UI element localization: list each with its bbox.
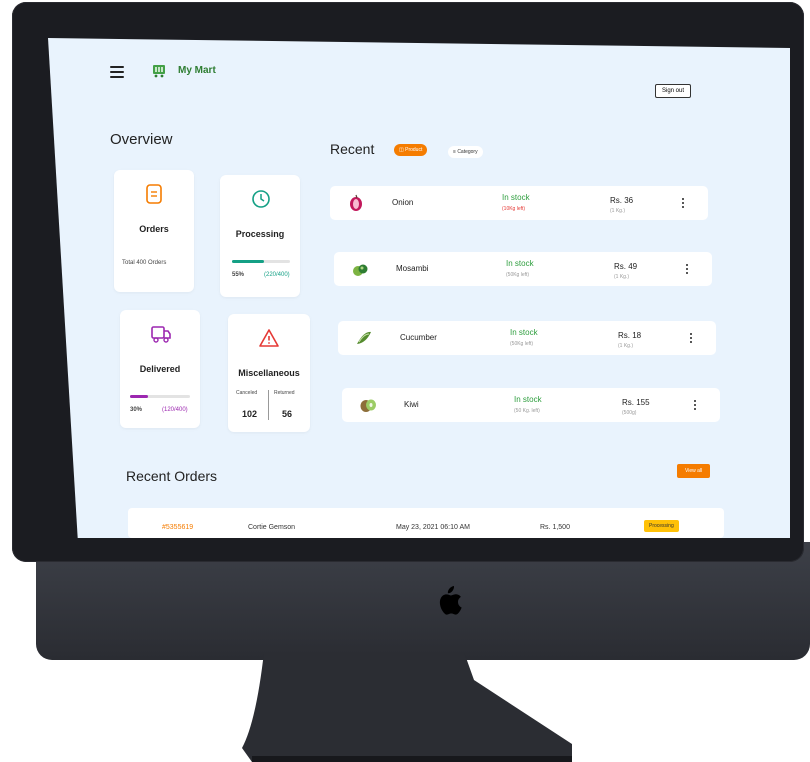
canceled-label: Canceled (236, 390, 258, 396)
miscellaneous-card[interactable]: Miscellaneous Canceled Returned 102 56 (228, 314, 310, 432)
processing-title: Processing (235, 229, 285, 239)
imac-device: My Mart Sign out Overview Orders Total 4… (0, 0, 810, 762)
order-date: May 23, 2021 06:10 AM (396, 524, 470, 531)
stock-status: In stock (510, 328, 538, 337)
warning-icon (259, 329, 279, 347)
onion-icon (350, 194, 362, 211)
delivered-card[interactable]: Delivered 30% (120/400) (120, 310, 200, 428)
processing-card[interactable]: Processing 55% (220/400) (220, 175, 300, 297)
brand-name: My Mart (178, 65, 216, 76)
order-customer: Cortie Gemson (248, 524, 296, 531)
delivered-percent: 30% (130, 407, 143, 413)
document-icon (146, 184, 162, 204)
order-amount: Rs. 1,500 (540, 524, 570, 531)
stock-left: (50 Kg. left) (514, 408, 540, 414)
divider (268, 390, 269, 420)
processing-progress (232, 260, 290, 263)
returned-value: 56 (282, 409, 293, 419)
product-row[interactable]: Cucumber In stock (50Kg left) Rs. 18 (1 … (338, 321, 716, 355)
product-unit: (1 Kg.) (614, 274, 630, 280)
menu-icon[interactable] (110, 66, 124, 78)
processing-count: (220/400) (264, 272, 290, 278)
product-price: Rs. 155 (622, 398, 650, 407)
more-options-icon[interactable] (694, 400, 697, 411)
orders-total: Total 400 Orders (122, 260, 167, 266)
app-screen: My Mart Sign out Overview Orders Total 4… (48, 38, 790, 538)
tab-product[interactable]: ◫ Product (394, 144, 428, 156)
misc-title: Miscellaneous (238, 368, 300, 378)
product-price: Rs. 49 (614, 262, 638, 271)
cart-logo-icon (153, 65, 165, 78)
view-all-button[interactable]: View all (677, 464, 711, 478)
order-row[interactable]: #5355619 Cortie Gemson May 23, 2021 06:1… (128, 508, 724, 538)
overview-title: Overview (110, 131, 173, 148)
processing-percent: 55% (232, 272, 245, 278)
delivered-progress (130, 395, 190, 398)
orders-title: Orders (139, 224, 169, 234)
returned-label: Returned (274, 390, 295, 396)
stock-left: (10Kg left) (502, 206, 526, 212)
stock-status: In stock (502, 193, 530, 202)
order-status-badge: Processing (644, 520, 679, 532)
more-options-icon[interactable] (690, 333, 693, 344)
delivered-title: Delivered (139, 364, 181, 374)
product-name: Kiwi (404, 400, 419, 409)
product-unit: (1 Kg.) (610, 208, 626, 214)
cucumber-icon (357, 331, 371, 344)
product-price: Rs. 18 (618, 331, 642, 340)
kiwi-icon (360, 399, 376, 412)
product-price: Rs. 36 (610, 196, 634, 205)
more-options-icon[interactable] (686, 264, 689, 275)
clock-icon (252, 190, 270, 208)
tab-category[interactable]: ≡ Category (448, 146, 483, 158)
stock-left: (50Kg left) (506, 272, 530, 278)
product-name: Cucumber (400, 333, 437, 342)
more-options-icon[interactable] (682, 198, 685, 209)
tab-category-label: Category (457, 149, 478, 155)
top-bar: My Mart Sign out (48, 38, 790, 98)
product-row[interactable]: Onion In stock (10Kg left) Rs. 36 (1 Kg.… (330, 186, 708, 220)
product-name: Onion (392, 198, 414, 207)
stock-left: (50Kg left) (510, 341, 534, 347)
recent-orders-title: Recent Orders (126, 468, 218, 484)
order-id[interactable]: #5355619 (162, 524, 193, 531)
stock-status: In stock (506, 259, 534, 268)
canceled-value: 102 (242, 409, 258, 419)
recent-title: Recent (330, 141, 375, 157)
product-name: Mosambi (396, 264, 429, 273)
product-unit: (1 Kg.) (618, 343, 634, 349)
product-row[interactable]: Mosambi In stock (50Kg left) Rs. 49 (1 K… (334, 252, 712, 286)
mosambi-icon (353, 264, 368, 276)
sign-out-button[interactable]: Sign out (655, 84, 692, 98)
orders-card[interactable]: Orders Total 400 Orders (114, 170, 194, 292)
product-row[interactable]: Kiwi In stock (50 Kg. left) Rs. 155 (500… (342, 388, 720, 422)
monitor-stand (242, 652, 572, 762)
truck-icon (151, 326, 171, 343)
apple-logo-icon (439, 586, 462, 615)
tab-product-label: Product (405, 147, 423, 153)
stock-status: In stock (514, 395, 542, 404)
delivered-count: (120/400) (162, 407, 188, 413)
product-unit: (500g) (622, 410, 637, 416)
